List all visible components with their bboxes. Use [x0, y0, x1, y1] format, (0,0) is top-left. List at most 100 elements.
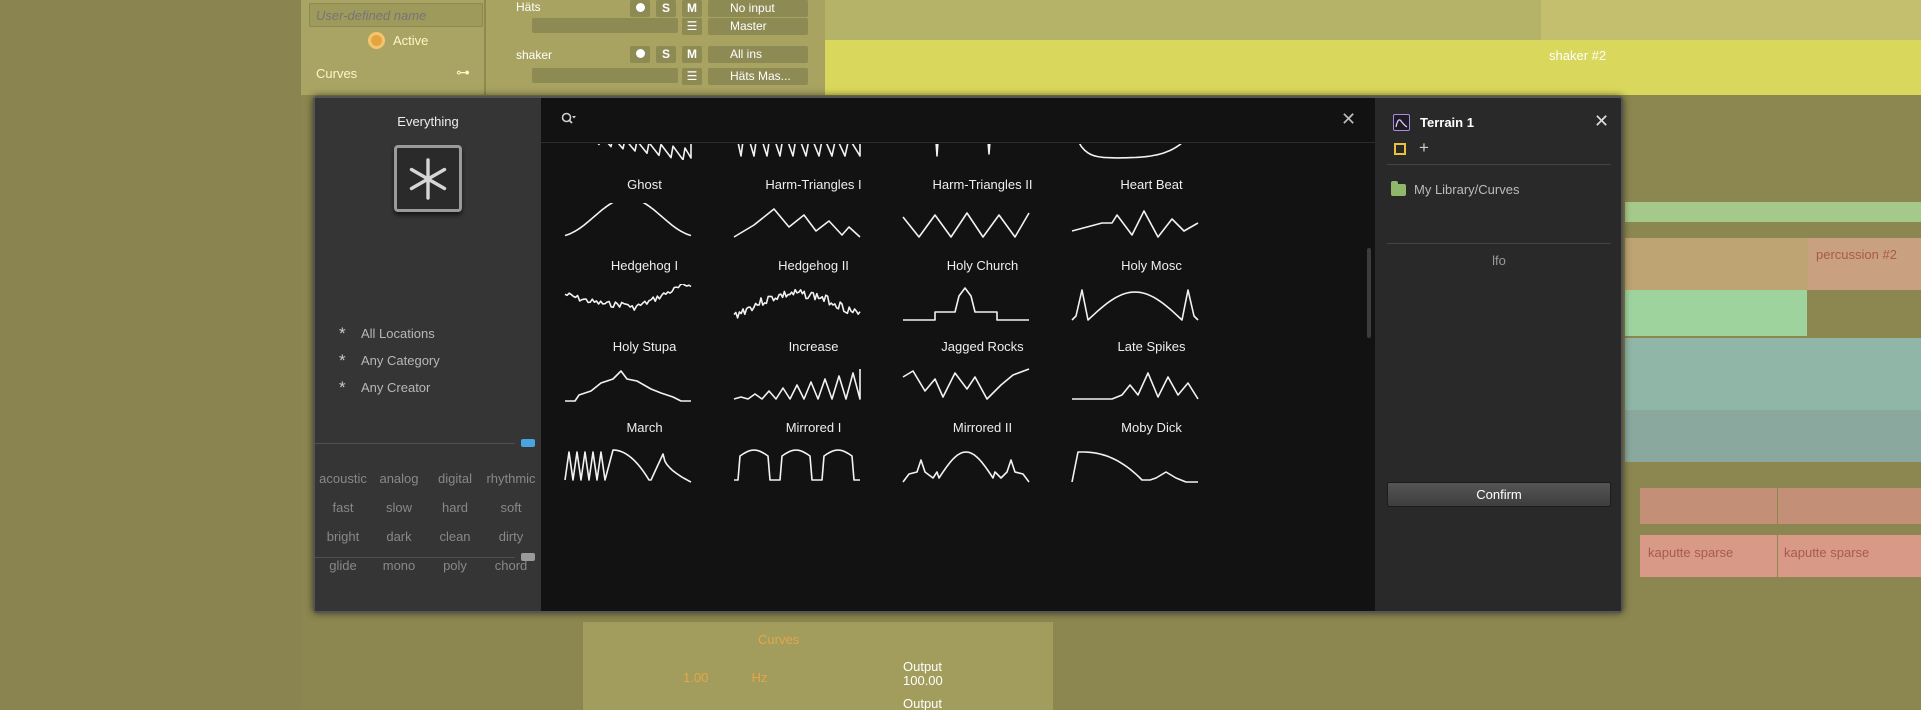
waveform-line	[902, 368, 1030, 400]
tags-resize-handle[interactable]	[521, 439, 535, 447]
menu-icon[interactable]: ☰	[682, 18, 702, 35]
track-name-field[interactable]	[309, 3, 483, 27]
arranger-clip[interactable]	[1625, 338, 1921, 410]
output-parameter[interactable]: Output 100.00	[903, 660, 943, 688]
input-selector[interactable]: No input	[708, 0, 808, 17]
waveform-line	[564, 284, 692, 311]
track-row-shaker[interactable]: shaker S M All ins ☰ Häts Mas...	[500, 44, 820, 85]
frequency-value[interactable]: 1.00 Hz	[683, 670, 768, 685]
everything-icon[interactable]	[394, 145, 462, 212]
waveform-line	[1072, 372, 1199, 400]
preset-name: Moby Dick	[1121, 420, 1182, 435]
tags-divider	[315, 557, 515, 558]
arranger-clip[interactable]	[1625, 290, 1807, 336]
waveform-line	[734, 449, 860, 481]
preset-location[interactable]: My Library/Curves	[1414, 182, 1519, 197]
search-input[interactable]	[589, 108, 1289, 132]
close-icon[interactable]: ✕	[1594, 111, 1609, 132]
arranger-lane-shaker[interactable]	[825, 40, 1921, 95]
waveform-line	[733, 288, 861, 319]
waveform-ghost-icon	[564, 203, 692, 237]
results-grid-viewport[interactable]: Ghost Harm-Triangles I Harm-Triangles II He…	[541, 144, 1375, 611]
output-parameter[interactable]: Output	[903, 696, 942, 710]
detail-divider	[1387, 243, 1611, 244]
waveform-mirror1-icon	[734, 449, 860, 481]
preset-item[interactable]: Moby Dick	[1048, 420, 1255, 519]
solo-button[interactable]: S	[656, 0, 676, 17]
filter-label: Any Creator	[361, 380, 431, 395]
waveform-line	[903, 287, 1029, 321]
clip-label: kaputte sparse	[1784, 545, 1870, 560]
waveform-harm2-icon	[902, 212, 1030, 238]
device-title: Curves	[758, 632, 800, 647]
input-selector[interactable]: All ins	[708, 46, 808, 63]
clear-search-icon[interactable]: ✕	[1341, 110, 1356, 128]
arranger-clip[interactable]	[1808, 238, 1921, 290]
menu-icon[interactable]: ☰	[682, 68, 702, 85]
tag-rhythmic[interactable]: rhythmic	[483, 471, 539, 487]
scope-title: Everything	[397, 114, 459, 129]
track-name: shaker	[516, 48, 553, 62]
background-area	[0, 0, 301, 710]
filter-list: * All Locations * Any Category * Any Creato…	[339, 320, 440, 401]
tag-acoustic[interactable]: acoustic	[315, 471, 371, 487]
mute-button[interactable]: M	[682, 0, 702, 17]
search-icon[interactable]	[561, 112, 577, 126]
app-window: Active Curves ⊶ Häts S M No input ☰ Mast…	[0, 0, 1921, 710]
tag-dark[interactable]: dark	[371, 529, 427, 545]
arranger-clip[interactable]	[1640, 488, 1777, 524]
tag-bright[interactable]: bright	[315, 529, 371, 545]
confirm-button[interactable]: Confirm	[1387, 482, 1611, 507]
filter-category[interactable]: * Any Category	[339, 347, 440, 374]
tag-slow[interactable]: slow	[371, 500, 427, 516]
arranger-clip[interactable]	[1625, 202, 1921, 222]
record-arm-button[interactable]	[630, 0, 650, 17]
frequency-unit: Hz	[751, 670, 768, 685]
track-row-hats[interactable]: Häts S M No input ☰ Master	[500, 0, 820, 36]
clip-label: percussion #2	[1816, 247, 1897, 262]
output-selector[interactable]: Master	[708, 18, 808, 35]
mute-button[interactable]: M	[682, 46, 702, 63]
waveform-spikes-icon	[935, 144, 991, 157]
device-link-icon[interactable]: ⊶	[456, 64, 470, 81]
tags-collapse-handle[interactable]	[521, 553, 535, 561]
filter-creator[interactable]: * Any Creator	[339, 374, 440, 401]
tag-analog[interactable]: analog	[371, 471, 427, 487]
tag-clean[interactable]: clean	[427, 529, 483, 545]
arranger-clip[interactable]	[1778, 488, 1921, 524]
volume-fader[interactable]	[532, 18, 678, 33]
tag-dirty[interactable]: dirty	[483, 529, 539, 545]
waveform-line	[1078, 144, 1182, 159]
active-toggle[interactable]: Active	[368, 32, 428, 49]
tag-mono[interactable]: mono	[371, 558, 427, 574]
results-scrollbar[interactable]	[1367, 248, 1371, 338]
tag-glide[interactable]: glide	[315, 558, 371, 574]
record-arm-button[interactable]	[630, 46, 650, 63]
arranger-lane-hats[interactable]	[825, 0, 1541, 40]
preset-title: Terrain 1	[1420, 115, 1474, 130]
add-tag-icon[interactable]: +	[1419, 138, 1429, 158]
curve-preset-icon	[1393, 114, 1410, 131]
tag-digital[interactable]: digital	[427, 471, 483, 487]
waveform-line	[902, 451, 1030, 483]
waveform-line	[597, 144, 692, 160]
waveform-sawzig-icon	[737, 144, 861, 157]
waveform-harm1-icon	[733, 208, 861, 238]
waveform-church-icon	[903, 287, 1029, 321]
waveform-line	[935, 144, 991, 157]
volume-fader[interactable]	[532, 68, 678, 83]
filter-locations[interactable]: * All Locations	[339, 320, 440, 347]
color-swatch-icon[interactable]	[1394, 143, 1406, 155]
arranger-clip[interactable]	[1625, 410, 1921, 462]
tag-poly[interactable]: poly	[427, 558, 483, 574]
solo-button[interactable]: S	[656, 46, 676, 63]
tags-divider	[315, 443, 515, 444]
tag-hard[interactable]: hard	[427, 500, 483, 516]
tag-soft[interactable]: soft	[483, 500, 539, 516]
preset-name: Holy Mosc	[1121, 258, 1182, 273]
waveform-line	[1071, 210, 1199, 238]
output-selector[interactable]: Häts Mas...	[708, 68, 808, 85]
frequency-number: 1.00	[683, 670, 709, 685]
tag-fast[interactable]: fast	[315, 500, 371, 516]
arranger-lane-hats-clip[interactable]	[1541, 0, 1921, 40]
